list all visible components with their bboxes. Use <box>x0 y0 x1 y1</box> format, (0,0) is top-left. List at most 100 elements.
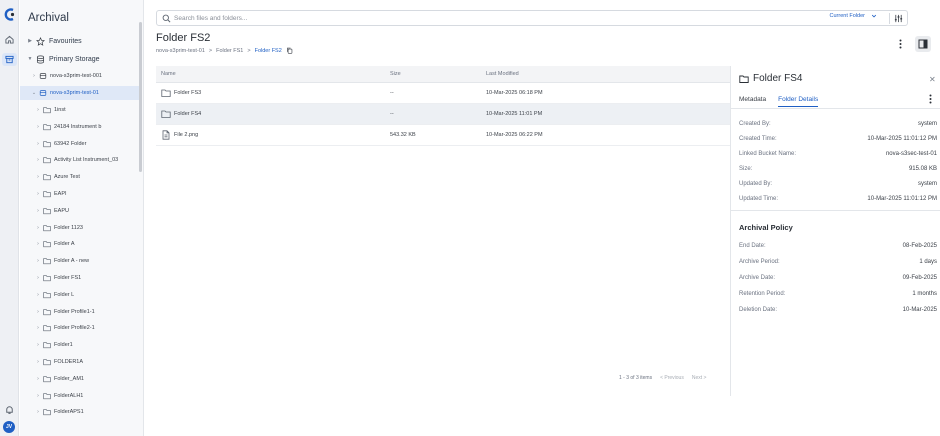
folder-icon <box>43 258 51 265</box>
nav-folder-item[interactable]: › Folder 1123 <box>20 221 139 235</box>
folder-icon <box>43 359 51 366</box>
user-avatar[interactable]: JV <box>3 421 15 433</box>
folder-icon <box>43 325 51 332</box>
policy-field: Deletion Date: 10-Mar-2025 <box>739 307 937 313</box>
nav-folder-item[interactable]: › 24184 Instrument b <box>20 120 139 134</box>
field-label: Archive Date: <box>739 275 776 281</box>
kebab-icon[interactable] <box>929 94 932 104</box>
cell-modified: 10-Mar-2025 11:01 PM <box>486 111 543 117</box>
nav-favourites[interactable]: ▶ Favourites <box>20 34 139 48</box>
nav-folder-label: EAPU <box>54 207 69 214</box>
toggle-details-panel-button[interactable] <box>915 36 931 52</box>
nav-folder-item[interactable]: › Folder1 <box>20 338 139 352</box>
nav-folder-label: Activity List Instrument_03 <box>54 157 119 164</box>
nav-folder-item[interactable]: › Folder A - new <box>20 254 139 268</box>
nav-folder-item[interactable]: › EAPI <box>20 187 139 201</box>
nav-folder-item[interactable]: › EAPU <box>20 204 139 218</box>
rail-home-button[interactable] <box>2 33 17 46</box>
folder-icon <box>43 107 51 114</box>
search-input[interactable] <box>174 13 774 24</box>
nav-bucket-selected[interactable]: ⌄ nova-s3prim-test-01 <box>20 86 139 100</box>
tab-metadata[interactable]: Metadata <box>739 96 766 107</box>
next-page-button[interactable]: Next > <box>692 375 707 381</box>
nav-folder-item[interactable]: › 63942 Folder <box>20 137 139 151</box>
cell-size: -- <box>390 111 394 117</box>
scope-dropdown[interactable]: Current Folder <box>830 13 877 19</box>
tab-folder-details[interactable]: Folder Details <box>778 96 819 107</box>
folder-icon <box>43 292 51 298</box>
close-icon[interactable]: ✕ <box>929 75 936 84</box>
nav-folder-label: Folder_AM1 <box>54 375 84 382</box>
breadcrumb-item[interactable]: nova-s3prim-test-01 <box>156 48 205 54</box>
app-logo <box>4 8 15 21</box>
field-value: system <box>917 121 937 127</box>
detail-field: Updated By: system <box>739 181 937 187</box>
chevron-right-icon: › <box>37 409 39 416</box>
chevron-right-icon: › <box>33 73 35 79</box>
search-icon <box>162 14 171 23</box>
table-row[interactable]: Folder FS3 -- 10-Mar-2025 06:18 PM <box>156 83 730 104</box>
chevron-right-icon: › <box>37 207 39 214</box>
field-label: Retention Period: <box>739 291 786 297</box>
bucket-icon <box>39 73 47 79</box>
nav-folder-item[interactable]: › 1inst <box>20 103 139 117</box>
nav-folder-item[interactable]: › Folder FS1 <box>20 271 139 285</box>
field-label: Deletion Date: <box>739 307 778 313</box>
more-options-button[interactable] <box>894 37 906 51</box>
nav-folder-item[interactable]: › Folder Profile1-1 <box>20 305 139 319</box>
nav-title: Archival <box>28 12 69 24</box>
chevron-right-icon: › <box>37 174 39 181</box>
details-tabs: Metadata Folder Details <box>739 96 819 107</box>
details-title-text: Folder FS4 <box>753 73 803 84</box>
folder-icon <box>43 208 51 214</box>
nav-folder-label: FolderALH1 <box>54 392 84 399</box>
policy-field: Retention Period: 1 months <box>739 291 937 297</box>
column-header-name[interactable]: Name <box>161 71 176 77</box>
folder-icon <box>43 191 51 198</box>
table-row[interactable]: Folder FS4 -- 10-Mar-2025 11:01 PM <box>156 104 730 125</box>
nav-folder-item[interactable]: › Folder Profile2-1 <box>20 321 139 335</box>
policy-field: End Date: 08-Feb-2025 <box>739 243 937 249</box>
bucket-icon <box>39 90 47 96</box>
folder-icon <box>161 110 171 118</box>
nav-folder-item[interactable]: › Activity List Instrument_03 <box>20 153 139 167</box>
nav-folder-label: Azure Test <box>54 174 80 181</box>
nav-folder-item[interactable]: › FolderALH1 <box>20 389 139 403</box>
chevron-right-icon: ▶ <box>28 38 32 44</box>
chevron-right-icon: › <box>37 191 39 197</box>
bell-icon[interactable] <box>4 404 15 415</box>
chevron-down-icon <box>871 14 877 18</box>
detail-field: Linked Bucket Name: nova-s3sec-test-01 <box>739 151 937 157</box>
nav-primary-storage[interactable]: ▼ Primary Storage <box>20 52 139 66</box>
column-header-modified[interactable]: Last Modified <box>486 71 519 77</box>
breadcrumb-current: Folder FS2 <box>254 47 282 54</box>
field-value: 1 months <box>912 291 937 297</box>
field-label: Updated By: <box>739 181 773 187</box>
nav-folder-item[interactable]: › Folder A <box>20 237 139 251</box>
rail-archive-button[interactable] <box>2 53 17 66</box>
nav-folder-label: Folder1 <box>54 342 73 349</box>
nav-folder-item[interactable]: › Azure Test <box>20 170 139 184</box>
detail-field: Created By: system <box>739 121 937 127</box>
field-label: Archive Period: <box>739 259 780 265</box>
nav-bucket[interactable]: › nova-s3prim-test-001 <box>20 69 139 83</box>
nav-folder-item[interactable]: › Folder_AM1 <box>20 372 139 386</box>
column-header-size[interactable]: Size <box>390 71 401 77</box>
divider <box>889 13 890 24</box>
table-row[interactable]: File 2.png 543.32 KB 10-Mar-2025 06:22 P… <box>156 125 730 146</box>
breadcrumb-item[interactable]: Folder FS1 <box>216 48 243 54</box>
filter-icon[interactable] <box>894 14 903 23</box>
folder-icon <box>739 75 749 83</box>
breadcrumb: nova-s3prim-test-01 > Folder FS1 > Folde… <box>156 47 293 54</box>
copy-icon[interactable] <box>286 47 293 54</box>
main-content: Current Folder Folder FS2 nova-s3prim-te… <box>145 0 940 436</box>
previous-page-button[interactable]: < Previous <box>660 375 684 381</box>
side-panel-icon <box>918 39 928 49</box>
nav-folder-item[interactable]: › Folder L <box>20 288 139 302</box>
nav-folder-item[interactable]: › FOLDER1A <box>20 355 139 369</box>
field-value: system <box>917 181 937 187</box>
chevron-right-icon: › <box>37 140 39 147</box>
folder-icon <box>43 392 51 399</box>
nav-scrollbar[interactable] <box>139 22 142 172</box>
nav-folder-item[interactable]: › FolderAPS1 <box>20 405 139 419</box>
